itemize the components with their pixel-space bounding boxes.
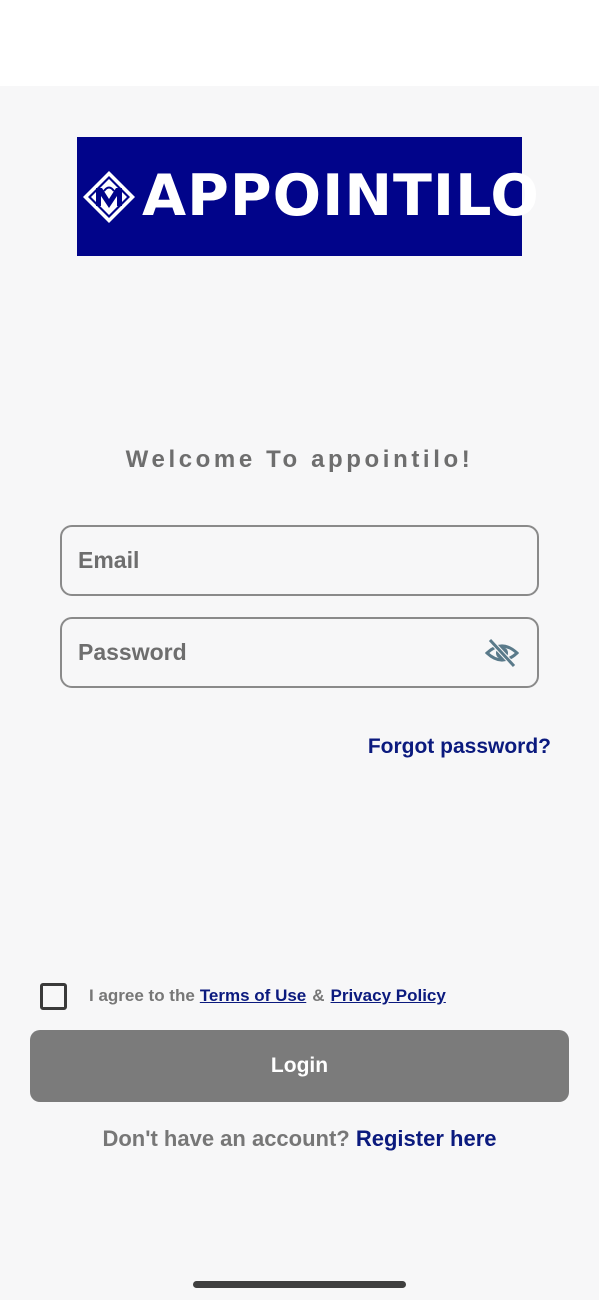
password-input[interactable] (78, 619, 478, 686)
app-logo: APPOINTILO (77, 137, 539, 256)
agreement-separator: & (312, 986, 325, 1005)
agreement-prefix: I agree to the (89, 986, 195, 1005)
privacy-policy-link[interactable]: Privacy Policy (331, 986, 446, 1006)
logo-wordmark: APPOINTILO (142, 163, 540, 229)
welcome-heading: Welcome To appointilo! (125, 446, 474, 473)
home-indicator[interactable] (193, 1281, 406, 1288)
eye-off-icon[interactable] (485, 638, 519, 668)
email-field[interactable] (60, 525, 539, 596)
login-screen: APPOINTILO Welcome To appointilo! Forgot… (0, 0, 599, 1300)
register-prompt: Don't have an account? (102, 1126, 356, 1151)
email-input[interactable] (78, 527, 478, 594)
forgot-password-link[interactable]: Forgot password? (368, 733, 551, 761)
terms-of-use-link[interactable]: Terms of Use (200, 986, 306, 1006)
status-bar-area (0, 0, 599, 86)
register-row: Don't have an account? Register here (0, 1124, 599, 1154)
register-link[interactable]: Register here (356, 1126, 497, 1151)
password-field[interactable] (60, 617, 539, 688)
terms-agreement-row: I agree to the Terms of Use & Privacy Po… (40, 982, 446, 1010)
login-button[interactable]: Login (30, 1030, 569, 1102)
monogram-diamond-icon (83, 171, 135, 223)
terms-checkbox[interactable] (40, 982, 67, 1010)
